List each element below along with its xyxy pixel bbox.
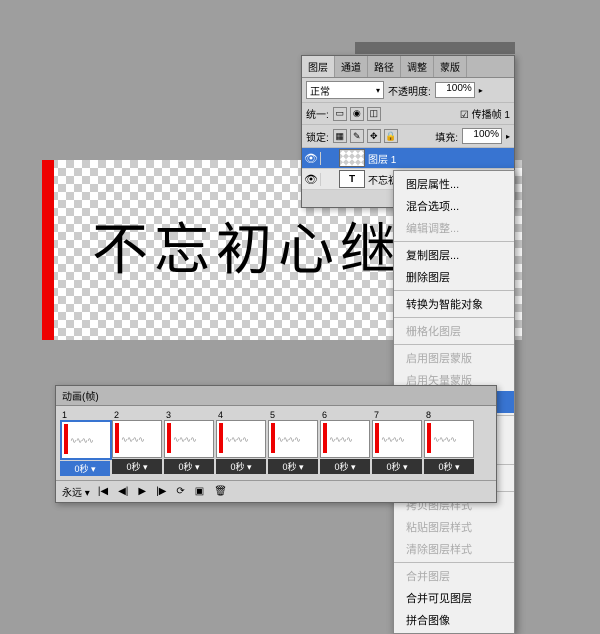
- animation-frame[interactable]: 7∿∿∿∿0秒 ▾: [372, 410, 422, 476]
- animation-panel: 动画(帧) 1∿∿∿∿0秒 ▾2∿∿∿∿0秒 ▾3∿∿∿∿0秒 ▾4∿∿∿∿0秒…: [55, 385, 497, 503]
- menu-item: 合并图层: [394, 565, 514, 587]
- menu-item[interactable]: 删除图层: [394, 266, 514, 288]
- animation-frame[interactable]: 1∿∿∿∿0秒 ▾: [60, 410, 110, 476]
- panel-header-bar: [355, 42, 515, 54]
- new-frame-button[interactable]: ▣: [193, 486, 206, 497]
- red-stripe: [42, 160, 54, 340]
- layer-name: 图层 1: [368, 151, 396, 166]
- menu-item: 启用图层蒙版: [394, 347, 514, 369]
- tab-蒙版[interactable]: 蒙版: [434, 56, 467, 77]
- menu-item[interactable]: 合并可见图层: [394, 587, 514, 609]
- menu-item[interactable]: 复制图层...: [394, 244, 514, 266]
- menu-item: 清除图层样式: [394, 538, 514, 560]
- delete-frame-button[interactable]: 🗑: [212, 486, 229, 497]
- loop-select[interactable]: 永远 ▾: [62, 484, 90, 499]
- opacity-label: 不透明度:: [388, 83, 431, 98]
- tween-button[interactable]: ⟳: [174, 486, 186, 497]
- first-frame-button[interactable]: |◀: [96, 486, 110, 497]
- canvas-text: 不忘初心继: [92, 205, 402, 286]
- prev-frame-button[interactable]: ◀|: [116, 486, 130, 497]
- play-button[interactable]: ▶: [136, 486, 148, 497]
- animation-frame[interactable]: 5∿∿∿∿0秒 ▾: [268, 410, 318, 476]
- opacity-input[interactable]: 100%: [435, 82, 475, 98]
- menu-item[interactable]: 拼合图像: [394, 609, 514, 631]
- unify-icons[interactable]: ▭◉◫: [333, 107, 381, 121]
- panel-tabs: 图层通道路径调整蒙版: [302, 56, 514, 78]
- menu-item[interactable]: 转换为智能对象: [394, 293, 514, 315]
- layer-row[interactable]: 👁 图层 1: [302, 148, 514, 169]
- menu-item[interactable]: 混合选项...: [394, 195, 514, 217]
- menu-item: 粘贴图层样式: [394, 516, 514, 538]
- next-frame-button[interactable]: |▶: [154, 486, 168, 497]
- lock-icons[interactable]: ▦✎✥🔒: [333, 129, 398, 143]
- fill-label: 填充:: [435, 129, 458, 144]
- tab-路径[interactable]: 路径: [368, 56, 401, 77]
- menu-item: 栅格化图层: [394, 320, 514, 342]
- animation-frame[interactable]: 4∿∿∿∿0秒 ▾: [216, 410, 266, 476]
- frames-strip: 1∿∿∿∿0秒 ▾2∿∿∿∿0秒 ▾3∿∿∿∿0秒 ▾4∿∿∿∿0秒 ▾5∿∿∿…: [56, 406, 496, 480]
- visibility-icon[interactable]: 👁: [302, 173, 321, 186]
- visibility-icon[interactable]: 👁: [302, 152, 321, 165]
- unify-label: 统一:: [306, 106, 329, 121]
- animation-frame[interactable]: 8∿∿∿∿0秒 ▾: [424, 410, 474, 476]
- menu-item: 编辑调整...: [394, 217, 514, 239]
- fill-input[interactable]: 100%: [462, 128, 502, 144]
- menu-item[interactable]: 图层属性...: [394, 173, 514, 195]
- animation-frame[interactable]: 6∿∿∿∿0秒 ▾: [320, 410, 370, 476]
- lock-label: 锁定:: [306, 129, 329, 144]
- tab-通道[interactable]: 通道: [335, 56, 368, 77]
- animation-tab[interactable]: 动画(帧): [56, 386, 496, 406]
- animation-frame[interactable]: 2∿∿∿∿0秒 ▾: [112, 410, 162, 476]
- blend-mode-select[interactable]: 正常▾: [306, 81, 384, 99]
- tab-调整[interactable]: 调整: [401, 56, 434, 77]
- tab-图层[interactable]: 图层: [302, 56, 335, 77]
- animation-frame[interactable]: 3∿∿∿∿0秒 ▾: [164, 410, 214, 476]
